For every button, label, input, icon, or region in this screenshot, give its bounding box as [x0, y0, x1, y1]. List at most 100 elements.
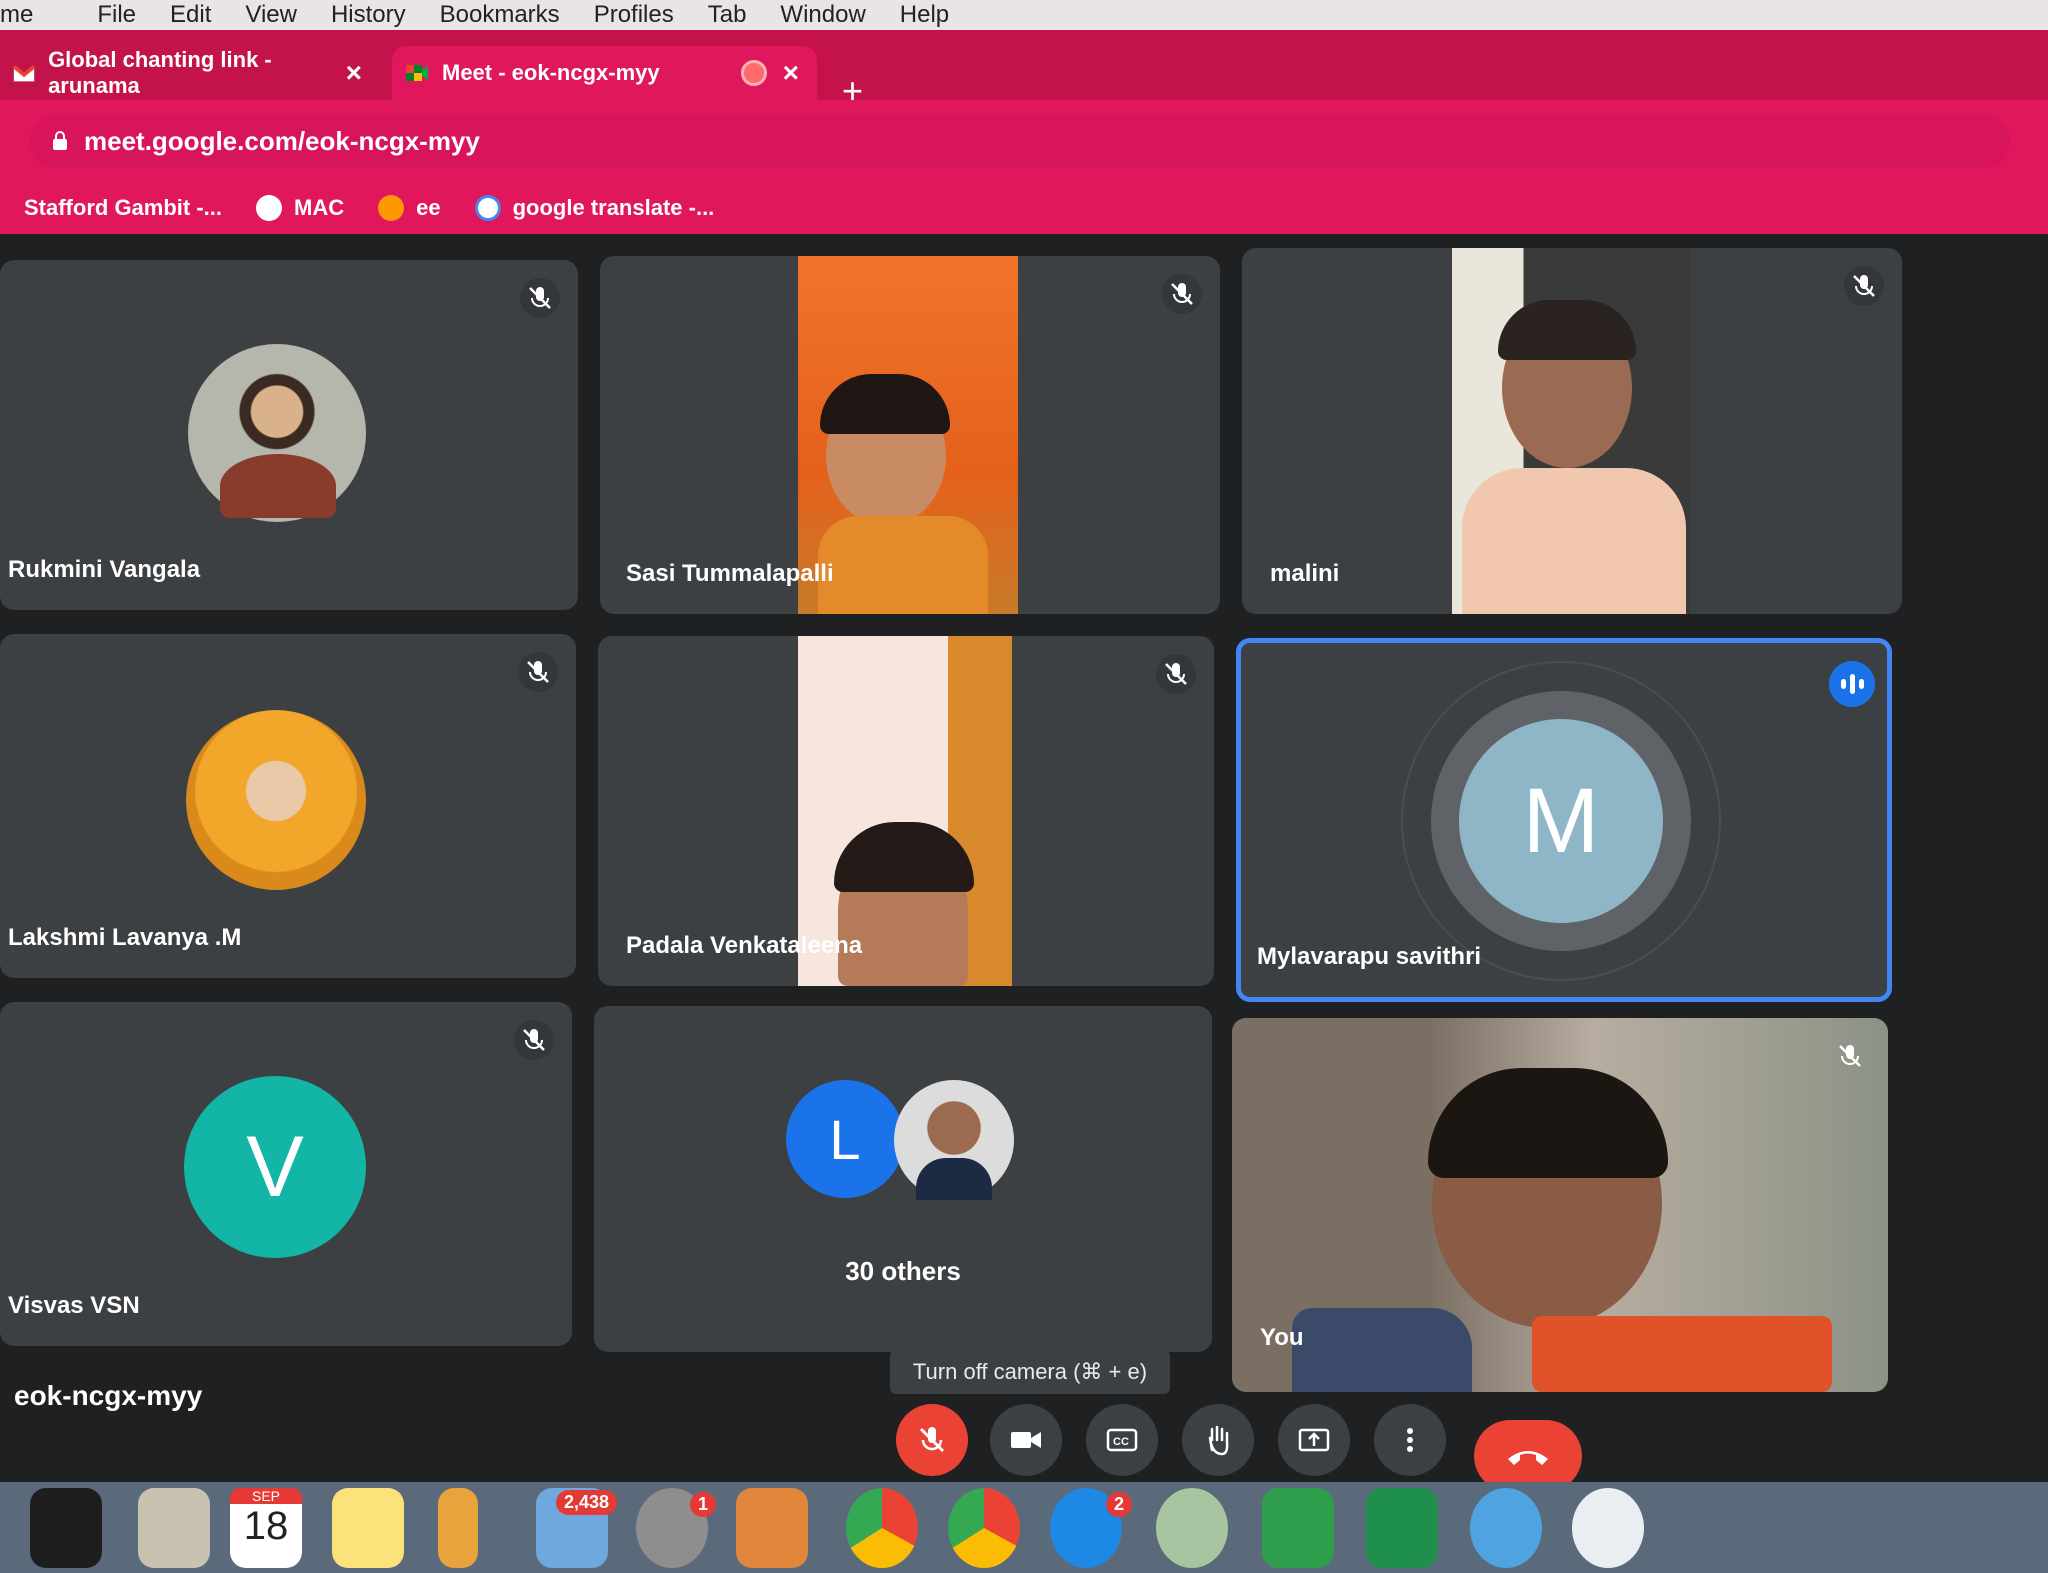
menu-history[interactable]: History: [331, 1, 406, 29]
dock-app-other[interactable]: [1572, 1488, 1644, 1568]
dock-app-photobooth[interactable]: [736, 1488, 808, 1568]
bookmark-mac[interactable]: MAC: [256, 195, 344, 221]
url-text: meet.google.com/eok-ncgx-myy: [84, 125, 480, 156]
avatar-others-l: L: [786, 1080, 904, 1198]
menu-bookmarks[interactable]: Bookmarks: [440, 1, 560, 29]
tab-gmail[interactable]: Global chanting link - arunama ×: [0, 46, 380, 100]
participant-name: You: [1260, 1324, 1304, 1351]
calendar-day: 18: [243, 1504, 289, 1548]
url-bar[interactable]: meet.google.com/eok-ncgx-myy: [30, 114, 2010, 168]
video-feed-malini: [1452, 248, 1690, 614]
avatar-mylavarapu: M: [1459, 719, 1663, 923]
tab-gmail-close-icon[interactable]: ×: [346, 57, 362, 89]
bookmark-stafford[interactable]: Stafford Gambit -...: [24, 195, 222, 221]
bookmark-mac-label: MAC: [294, 195, 345, 220]
bookmark-ee[interactable]: ee: [378, 195, 441, 221]
participant-tile-you[interactable]: You: [1232, 1018, 1888, 1392]
dock-app-calculator[interactable]: [138, 1488, 210, 1568]
camera-tooltip: Turn off camera (⌘ + e): [890, 1350, 1170, 1394]
svg-text:CC: CC: [1113, 1436, 1129, 1448]
avatar-lakshmi: [186, 710, 366, 890]
hang-up-icon: [1508, 1451, 1548, 1465]
participant-name: Lakshmi Lavanya .M: [8, 924, 242, 951]
participant-name: Sasi Tummalapalli: [626, 560, 834, 587]
dock-app-launcher[interactable]: [1156, 1488, 1228, 1568]
globe-icon: [256, 195, 282, 221]
menu-file[interactable]: File: [97, 1, 136, 29]
gmail-icon: [12, 65, 36, 82]
avatar-initial: L: [829, 1107, 861, 1171]
participant-name: malini: [1270, 560, 1340, 587]
camera-toggle-button[interactable]: [990, 1404, 1062, 1476]
dock-app-pencil[interactable]: [438, 1488, 478, 1568]
more-options-button[interactable]: [1374, 1404, 1446, 1476]
tab-meet-close-icon[interactable]: ×: [783, 57, 799, 89]
menu-app[interactable]: me: [0, 1, 33, 29]
dock-app-notes[interactable]: [332, 1488, 404, 1568]
address-row: meet.google.com/eok-ncgx-myy: [0, 100, 2048, 182]
mail-badge: 2,438: [556, 1490, 618, 1515]
tab-gmail-label: Global chanting link - arunama: [48, 47, 272, 98]
menu-help[interactable]: Help: [900, 1, 949, 29]
participant-tile-others[interactable]: L 30 others: [594, 1006, 1212, 1352]
participant-tile-rukmini[interactable]: Rukmini Vangala: [0, 260, 578, 610]
captions-button[interactable]: CC: [1086, 1404, 1158, 1476]
participant-name: Padala Venkataleena: [626, 932, 863, 959]
dock: SEP 18 2,438 1 2: [0, 1482, 2048, 1573]
avatar-initial: V: [246, 1118, 304, 1215]
menu-profiles[interactable]: Profiles: [594, 1, 674, 29]
dock-app-numbers[interactable]: [1262, 1488, 1334, 1568]
participant-tile-mylavarapu[interactable]: M Mylavarapu savithri: [1236, 638, 1892, 1002]
mic-toggle-button[interactable]: [896, 1404, 968, 1476]
video-feed-self: [1232, 1018, 1888, 1392]
mic-off-icon: [518, 652, 558, 692]
raise-hand-button[interactable]: [1182, 1404, 1254, 1476]
camera-icon: [1011, 1432, 1041, 1448]
calendar-month: SEP: [230, 1488, 302, 1504]
participant-name: Rukmini Vangala: [8, 556, 201, 583]
avatar-rukmini: [188, 344, 366, 522]
hand-icon: [1208, 1425, 1229, 1456]
menu-tab[interactable]: Tab: [708, 1, 747, 29]
participant-name: Visvas VSN: [8, 1292, 140, 1319]
flame-icon: [378, 195, 405, 221]
mic-off-icon: [514, 1020, 554, 1060]
menu-edit[interactable]: Edit: [170, 1, 211, 29]
present-screen-button[interactable]: [1278, 1404, 1350, 1476]
bookmark-ee-label: ee: [416, 195, 441, 220]
tab-bar: Global chanting link - arunama × Meet - …: [0, 30, 2048, 111]
meeting-code: eok-ncgx-myy: [14, 1380, 203, 1411]
lock-icon: [53, 131, 67, 150]
google-icon: [474, 195, 501, 221]
recording-indicator-icon: [740, 60, 767, 86]
participant-tile-visvas[interactable]: V Visvas VSN: [0, 1002, 572, 1346]
dock-app-messages[interactable]: [1470, 1488, 1542, 1568]
bookmark-translate-label: google translate -...: [512, 195, 715, 220]
dock-app-sketch[interactable]: [30, 1488, 102, 1568]
participant-name: Mylavarapu savithri: [1257, 943, 1482, 970]
mic-off-icon: [1844, 266, 1884, 306]
settings-badge: 1: [690, 1492, 717, 1517]
menu-window[interactable]: Window: [780, 1, 865, 29]
menu-bar: me File Edit View History Bookmarks Prof…: [0, 0, 2048, 30]
menu-view[interactable]: View: [245, 1, 297, 29]
participant-tile-malini[interactable]: malini: [1242, 248, 1902, 614]
avatar-others-photo: [894, 1080, 1014, 1200]
dock-app-home[interactable]: [1366, 1488, 1438, 1568]
dock-app-calendar[interactable]: SEP 18: [230, 1488, 302, 1568]
meet-icon: [406, 65, 428, 81]
dock-app-chrome[interactable]: [846, 1488, 918, 1568]
participant-tile-lakshmi[interactable]: Lakshmi Lavanya .M: [0, 634, 576, 978]
mic-off-icon: [919, 1427, 945, 1453]
participant-tile-sasi[interactable]: Sasi Tummalapalli: [600, 256, 1220, 614]
avatar-initial: M: [1522, 769, 1600, 872]
participant-tile-padala[interactable]: Padala Venkataleena: [598, 636, 1214, 986]
mic-off-icon: [1162, 274, 1202, 314]
others-count-label: 30 others: [845, 1256, 961, 1286]
tab-meet[interactable]: Meet - eok-ncgx-myy ×: [392, 46, 817, 100]
bookmarks-bar: Stafford Gambit -... MAC ee google trans…: [0, 182, 2048, 234]
mic-off-icon: [1830, 1036, 1870, 1076]
bookmark-translate[interactable]: google translate -...: [474, 195, 715, 221]
dock-app-chrome-2[interactable]: [948, 1488, 1020, 1568]
present-icon: [1298, 1428, 1330, 1452]
